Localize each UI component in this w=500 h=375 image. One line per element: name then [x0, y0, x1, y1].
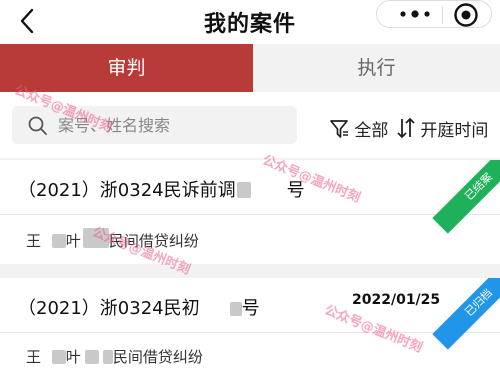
status-badge: 已结案 — [432, 160, 500, 234]
case-number: （2021）浙0324民初 号 — [18, 294, 260, 320]
redacted-block — [236, 182, 251, 198]
mini-program-capsule — [376, 0, 492, 28]
case-card[interactable]: （2021）浙0324民诉前调号 王 叶民间借贷纠纷 已结案 — [0, 160, 500, 264]
redacted-block — [102, 350, 113, 364]
nav-bar: 我的案件 — [0, 0, 500, 44]
sort-button[interactable]: 开庭时间 — [397, 116, 489, 141]
more-dots-icon[interactable] — [397, 4, 433, 24]
card-divider — [0, 214, 500, 215]
case-parties: 王 叶 民间借贷纠纷 — [26, 346, 203, 367]
tab-execution[interactable]: 执行 — [253, 44, 500, 92]
tab-trial[interactable]: 审判 — [0, 44, 253, 92]
party-name-2: 叶 — [65, 232, 81, 250]
redacted-block — [84, 350, 99, 364]
card-divider — [0, 332, 500, 333]
sort-label: 开庭时间 — [420, 121, 489, 141]
case-card[interactable]: （2021）浙0324民初 号 2022/01/25 王 叶 民间借贷纠纷 已归档 — [0, 278, 500, 375]
sort-arrows-icon — [397, 117, 415, 139]
party-name-2: 叶 — [65, 348, 81, 366]
close-target-icon[interactable] — [453, 2, 479, 28]
case-cause: 民间借贷纠纷 — [112, 348, 203, 366]
redacted-block — [51, 234, 66, 248]
filter-icon — [330, 120, 348, 138]
filter-button[interactable]: 全部 — [329, 116, 389, 141]
status-badge: 已归档 — [432, 278, 500, 350]
party-name: 王 — [26, 348, 42, 366]
party-name: 王 — [26, 232, 42, 250]
tab-bar: 审判 执行 — [0, 44, 500, 92]
case-number: （2021）浙0324民诉前调号 — [18, 176, 305, 202]
search-icon — [28, 116, 47, 135]
case-date: 2022/01/25 — [352, 292, 441, 308]
case-number-prefix: （2021）浙0324民初 — [18, 298, 200, 319]
case-number-prefix: （2021）浙0324民诉前调 — [18, 180, 236, 201]
case-number-suffix: 号 — [241, 298, 260, 319]
redacted-block — [51, 350, 66, 364]
capsule-divider — [442, 6, 443, 24]
redacted-block — [229, 302, 242, 316]
filter-label: 全部 — [354, 121, 389, 141]
